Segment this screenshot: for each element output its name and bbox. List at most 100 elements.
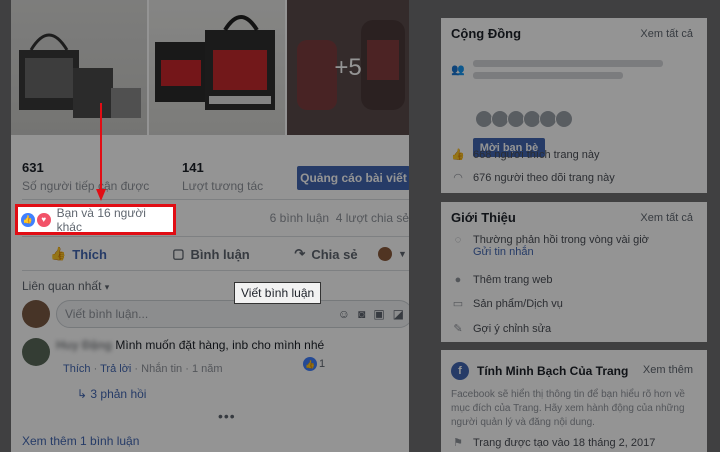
speech-bubble-icon: ▢ [172, 246, 185, 261]
page-follows: 676 người theo dõi trang này [473, 171, 615, 184]
view-more-comments-link[interactable]: Xem thêm 1 bình luận [22, 434, 139, 448]
transparency-title[interactable]: Tính Minh Bạch Của Trang [477, 364, 628, 378]
camera-icon[interactable]: ◙ [358, 307, 365, 321]
community-see-all[interactable]: Xem tất cả [640, 28, 693, 40]
like-reaction-icon: 👍 [303, 357, 317, 371]
about-card: Giới Thiệu Xem tất cả ◌ Thường phản hồi … [441, 202, 707, 342]
photo-1[interactable] [11, 0, 147, 135]
photo-3[interactable]: +5 [287, 0, 409, 135]
comment-body: Huy Đặng Mình muốn đặt hàng, inb cho mìn… [56, 338, 324, 366]
comment-composer: Viết bình luận... ☺ ◙ ▣ ◪ [22, 300, 409, 328]
blurred-text [473, 60, 663, 79]
caret-down-icon: ▾ [104, 282, 110, 292]
thumbs-up-icon: 👍 [50, 246, 67, 261]
products-row: ▭ Sản phẩm/Dịch vụ [451, 297, 563, 311]
replies-label: 3 phản hồi [90, 387, 147, 401]
post-actions: 👍 Thích ▢ Bình luận ↷ Chia sẻ ▼ [11, 238, 409, 270]
transparency-header: f Tính Minh Bạch Của Trang [451, 362, 628, 380]
reaction-counts: 6 bình luận 4 lượt chia sẻ [270, 211, 409, 225]
avatar [555, 110, 573, 128]
gif-icon[interactable]: ▣ [373, 307, 384, 321]
about-title[interactable]: Giới Thiệu [451, 210, 516, 225]
globe-icon: ● [454, 274, 462, 286]
commenter-name[interactable]: Huy Đặng [56, 338, 112, 352]
shop-icon: ▭ [452, 298, 464, 310]
tooltip: Viết bình luận [234, 282, 322, 304]
response-time: Thường phản hồi trong vòng vài giờ [473, 234, 649, 246]
page-likes: 668 người thích trang này [473, 148, 600, 161]
suggest-edit-row: ✎ Gợi ý chỉnh sửa [451, 322, 551, 336]
comment-reply-link[interactable]: Trả lời [100, 363, 131, 375]
facebook-icon: f [451, 362, 469, 380]
chevron-down-icon: ▼ [398, 249, 407, 259]
promote-post-button[interactable]: Quảng cáo bài viết [297, 166, 409, 190]
transparency-card: f Tính Minh Bạch Của Trang Xem thêm Face… [441, 350, 707, 452]
reach-label: Số người tiếp cận được [22, 179, 150, 193]
comment-input[interactable]: Viết bình luận... ☺ ◙ ▣ ◪ [56, 300, 409, 328]
flag-icon: ⚑ [453, 437, 463, 449]
engagement-label: Lượt tương tác [182, 179, 264, 193]
comment-message-link[interactable]: Nhắn tin [141, 363, 182, 375]
avatar [22, 300, 50, 328]
annotation-arrow-icon [96, 103, 106, 201]
about-see-all[interactable]: Xem tất cả [640, 212, 693, 224]
sort-label: Liên quan nhất [22, 279, 102, 293]
emoji-icon[interactable]: ☺ [338, 307, 350, 321]
invite-friends-row: 👥 [451, 60, 663, 79]
share-label: Chia sẻ [311, 246, 358, 262]
reactions-summary[interactable]: 👍 ♥ Bạn và 16 người khác [15, 204, 176, 235]
reach-stat: 631 Số người tiếp cận được [22, 160, 149, 193]
comment-sort[interactable]: Liên quan nhất ▾ [22, 279, 109, 293]
comment-reaction-count[interactable]: 👍 1 [303, 357, 325, 371]
divider [22, 270, 409, 271]
send-message-link[interactable]: Gửi tin nhắn [473, 246, 649, 258]
community-card: Cộng Đồng Xem tất cả 👥 Mời bạn bè 👍 668 … [441, 18, 707, 193]
composer-tools: ☺ ◙ ▣ ◪ [338, 307, 404, 321]
website-row: ● Thêm trang web [451, 274, 553, 286]
share-count[interactable]: 4 lượt chia sẻ [336, 211, 409, 225]
products-category[interactable]: Sản phẩm/Dịch vụ [473, 298, 563, 310]
more-dots-icon[interactable]: ••• [218, 408, 236, 424]
divider [22, 236, 409, 237]
comment-time[interactable]: 1 năm [192, 363, 223, 375]
rss-icon: ◠ [453, 172, 463, 184]
comment-text: Mình muốn đặt hàng, inb cho mình nhé [115, 338, 325, 352]
community-title[interactable]: Cộng Đồng [451, 26, 521, 41]
comment-meta: Thích · Trả lời · Nhắn tin · 1 năm [63, 363, 223, 375]
engagement-stat: 141 Lượt tương tác [182, 160, 263, 193]
view-replies-link[interactable]: ↳ 3 phản hồi [77, 387, 146, 401]
likes-row: 👍 668 người thích trang này [451, 148, 600, 162]
friend-avatars [475, 110, 573, 128]
comment-like-link[interactable]: Thích [63, 363, 91, 375]
divider [22, 199, 409, 200]
like-reaction-icon: 👍 [21, 212, 35, 227]
share-arrow-icon: ↷ [294, 246, 306, 261]
share-button[interactable]: ↷ Chia sẻ [276, 238, 376, 270]
bag-photo-2 [155, 15, 275, 110]
created-date: Trang được tạo vào 18 tháng 2, 2017 [473, 436, 656, 449]
thumbs-up-icon: 👍 [451, 149, 465, 161]
pencil-icon: ✎ [453, 323, 463, 335]
created-row: ⚑ Trang được tạo vào 18 tháng 2, 2017 [451, 436, 656, 450]
like-button[interactable]: 👍 Thích [11, 238, 146, 270]
suggest-edit-link[interactable]: Gợi ý chỉnh sửa [473, 323, 551, 335]
follows-row: ◠ 676 người theo dõi trang này [451, 171, 615, 185]
transparency-see-more[interactable]: Xem thêm [643, 364, 693, 376]
engagement-number: 141 [182, 160, 204, 175]
photo-2[interactable] [149, 0, 285, 135]
bag-photo-1 [19, 33, 141, 118]
react-as-selector[interactable]: ▼ [376, 238, 409, 270]
more-photos-count: +5 [287, 0, 409, 135]
comment-count[interactable]: 6 bình luận [270, 211, 329, 225]
comment-button[interactable]: ▢ Bình luận [146, 238, 276, 270]
photo-grid: +5 [11, 0, 409, 135]
people-icon: 👥 [451, 64, 465, 76]
add-website-link[interactable]: Thêm trang web [473, 274, 552, 286]
reactions-text[interactable]: Bạn và 16 người khác [57, 206, 173, 234]
transparency-description: Facebook sẽ hiển thị thông tin để bạn hi… [451, 389, 685, 428]
sticker-icon[interactable]: ◪ [393, 307, 404, 321]
comment-item: Huy Đặng Mình muốn đặt hàng, inb cho mìn… [22, 338, 324, 366]
response-row: ◌ Thường phản hồi trong vòng vài giờ Gửi… [451, 234, 649, 258]
like-label: Thích [72, 246, 107, 262]
reach-number: 631 [22, 160, 44, 175]
